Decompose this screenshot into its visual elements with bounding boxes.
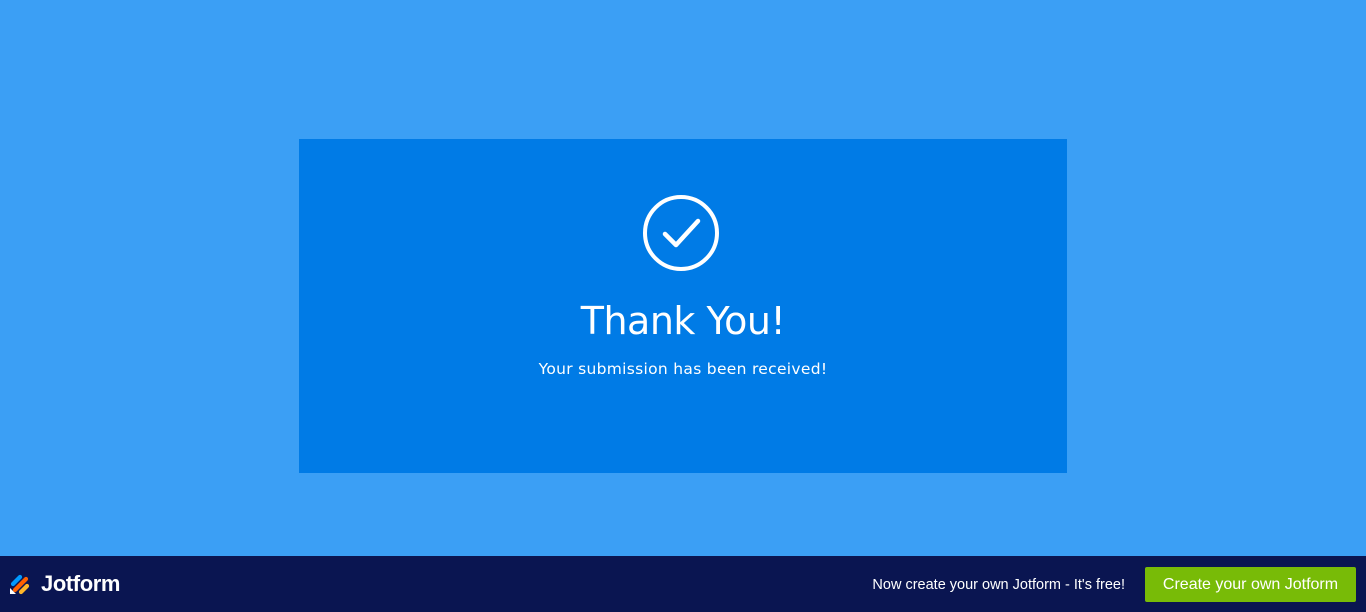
jotform-logo-icon <box>10 574 30 595</box>
jotform-logo[interactable]: Jotform <box>9 571 121 596</box>
check-circle-icon <box>643 195 719 271</box>
jotform-footer-bar: Jotform Now create your own Jotform - It… <box>0 556 1366 612</box>
create-your-own-jotform-button[interactable]: Create your own Jotform <box>1145 567 1356 602</box>
page-title: Thank You! <box>580 299 786 343</box>
thank-you-card: Thank You! Your submission has been rece… <box>299 139 1067 473</box>
confirmation-message: Your submission has been received! <box>538 360 828 378</box>
brand-name: Jotform <box>41 571 121 596</box>
promo-text: Now create your own Jotform - It's free! <box>872 577 1125 593</box>
